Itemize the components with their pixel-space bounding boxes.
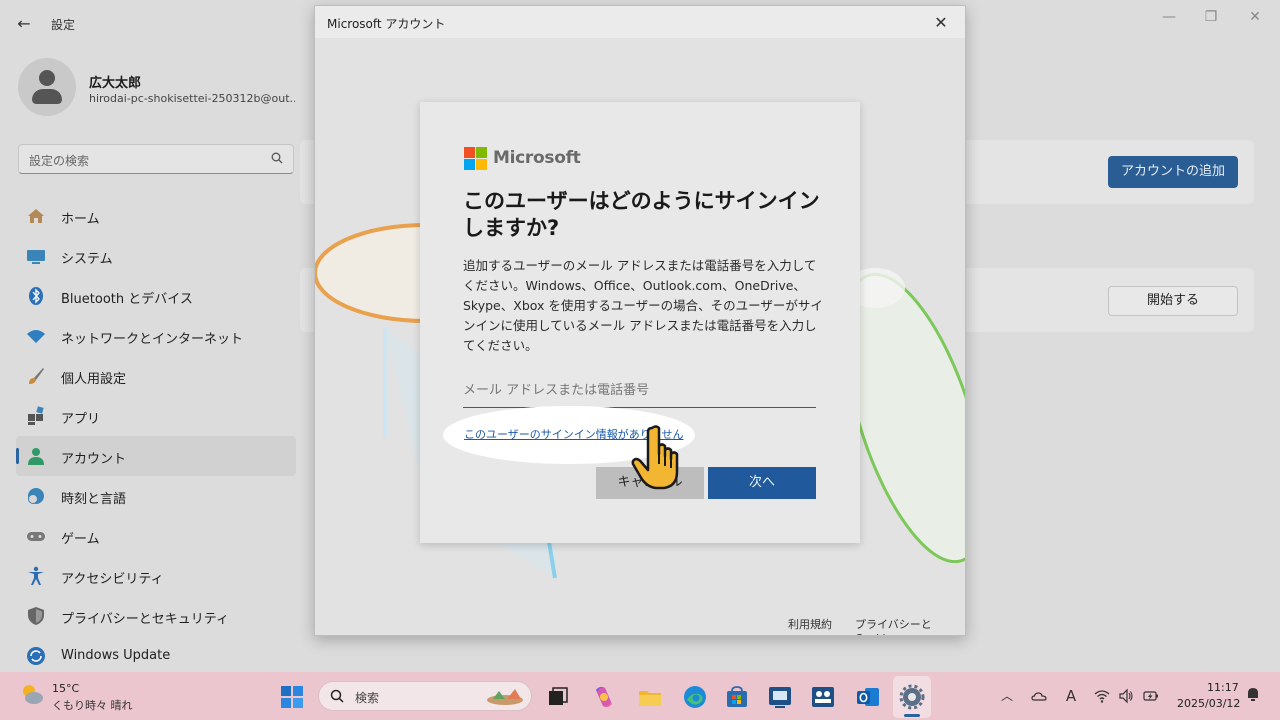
microsoft-logo-icon [464, 147, 488, 171]
system-icon [27, 250, 45, 264]
outlook-icon[interactable] [855, 684, 881, 710]
weather-temperature[interactable]: 15°C [52, 682, 79, 695]
clock-globe-icon [28, 488, 44, 504]
sidebar-item-label: ゲーム [61, 532, 100, 547]
accessibility-icon [28, 566, 44, 585]
windows-start-icon[interactable] [279, 684, 305, 710]
sidebar-item-accessibility[interactable]: アクセシビリティ [16, 556, 296, 596]
battery-charging-icon[interactable] [1143, 688, 1159, 704]
bluetooth-icon [29, 287, 43, 305]
teams-classroom-icon[interactable] [810, 684, 836, 710]
add-account-button[interactable]: アカウントの追加 [1108, 156, 1238, 188]
sidebar-item-home[interactable]: ホーム [16, 196, 296, 236]
terms-link[interactable]: 利用規約 [788, 616, 832, 632]
apps-icon [28, 406, 44, 425]
sidebar-item-label: Bluetooth とデバイス [61, 292, 193, 307]
onedrive-cloud-icon[interactable] [1031, 688, 1047, 704]
brush-icon [29, 368, 44, 384]
next-button[interactable]: 次へ [708, 467, 816, 499]
search-placeholder: 設定の検索 [29, 154, 90, 168]
file-explorer-icon[interactable] [637, 684, 663, 710]
ime-indicator[interactable]: A [1063, 688, 1079, 704]
gamepad-icon [27, 532, 45, 541]
profile-email: hirodai-pc-shokisettei-250312b@out... [89, 92, 295, 105]
sidebar-item-apps[interactable]: アプリ [16, 396, 296, 436]
profile-name: 広大太郎 [89, 76, 142, 91]
close-icon[interactable]: ✕ [1240, 6, 1270, 28]
shield-icon [28, 607, 44, 625]
sidebar-item-label: アカウント [61, 452, 127, 467]
settings-search-input[interactable]: 設定の検索 [18, 144, 294, 174]
search-icon [271, 152, 283, 164]
sidebar-item-label: 個人用設定 [61, 372, 127, 387]
update-icon [27, 647, 45, 665]
maximize-icon[interactable]: ❐ [1196, 6, 1226, 28]
active-indicator [16, 448, 19, 464]
chevron-up-icon[interactable]: ︿ [999, 688, 1015, 704]
copilot-icon[interactable] [591, 684, 617, 710]
taskbar-search-placeholder: 検索 [355, 691, 380, 705]
settings-gear-icon[interactable] [899, 684, 925, 710]
search-highlight-art-icon [487, 689, 523, 705]
sidebar-item-accounts[interactable]: アカウント [16, 436, 296, 476]
sidebar-item-label: Windows Update [61, 648, 171, 663]
sidebar-item-label: アプリ [61, 412, 101, 427]
sidebar-item-label: ホーム [61, 212, 100, 227]
app-title: 設定 [51, 18, 76, 32]
privacy-cookie-link[interactable]: プライバシーと Cookie [855, 616, 965, 635]
sidebar-item-windows-update[interactable]: Windows Update [16, 636, 296, 676]
sidebar-item-system[interactable]: システム [16, 236, 296, 276]
clock-date[interactable]: 2025/03/12 [1177, 697, 1240, 710]
sidebar-item-label: ネットワークとインターネット [61, 332, 244, 347]
wifi-icon [27, 330, 45, 343]
sidebar-item-label: アクセシビリティ [61, 572, 164, 587]
volume-icon[interactable] [1118, 688, 1134, 704]
clock-time[interactable]: 11:17 [1207, 681, 1239, 694]
minimize-icon[interactable]: — [1154, 6, 1184, 28]
dialog-heading: このユーザーはどのようにサインインしますか? [463, 189, 820, 240]
sidebar-item-gaming[interactable]: ゲーム [16, 516, 296, 556]
pointing-hand-cursor-icon [631, 425, 679, 490]
sidebar-item-network[interactable]: ネットワークとインターネット [16, 316, 296, 356]
brand-name: Microsoft [493, 148, 581, 168]
microsoft-store-icon[interactable] [724, 684, 750, 710]
edge-browser-icon[interactable] [682, 684, 708, 710]
active-app-indicator [904, 714, 920, 717]
back-arrow-icon[interactable]: ← [12, 12, 36, 36]
remote-app-icon[interactable] [767, 684, 793, 710]
sidebar-item-privacy[interactable]: プライバシーとセキュリティ [16, 596, 296, 636]
account-icon [28, 448, 44, 465]
task-view-icon[interactable] [545, 684, 571, 710]
start-button[interactable]: 開始する [1108, 286, 1238, 316]
close-icon[interactable]: ✕ [929, 11, 953, 35]
sidebar-item-bluetooth[interactable]: Bluetooth とデバイス [16, 276, 296, 316]
dialog-description: 追加するユーザーのメール アドレスまたは電話番号を入力してください。Window… [463, 258, 823, 353]
avatar[interactable] [18, 58, 76, 116]
taskbar-search-input[interactable]: 検索 [318, 681, 532, 711]
dialog-window-title: Microsoft アカウント [327, 17, 446, 31]
search-icon [330, 689, 344, 703]
email-phone-input[interactable] [463, 374, 816, 408]
home-icon [28, 209, 44, 223]
sidebar-nav: ホーム システム Bluetooth とデバイス ネットワークとインターネット … [16, 196, 296, 676]
wifi-icon[interactable] [1094, 688, 1110, 704]
sidebar-item-label: 時刻と言語 [61, 492, 127, 507]
sidebar-item-time-language[interactable]: 時刻と言語 [16, 476, 296, 516]
weather-partly-sunny-icon[interactable] [20, 682, 44, 706]
sidebar-item-label: プライバシーとセキュリティ [61, 612, 229, 627]
sidebar-item-personalization[interactable]: 個人用設定 [16, 356, 296, 396]
weather-condition[interactable]: くもり時々 晴れ [52, 697, 133, 713]
sidebar-item-label: システム [61, 252, 113, 267]
notification-bell-icon[interactable] [1245, 686, 1261, 702]
